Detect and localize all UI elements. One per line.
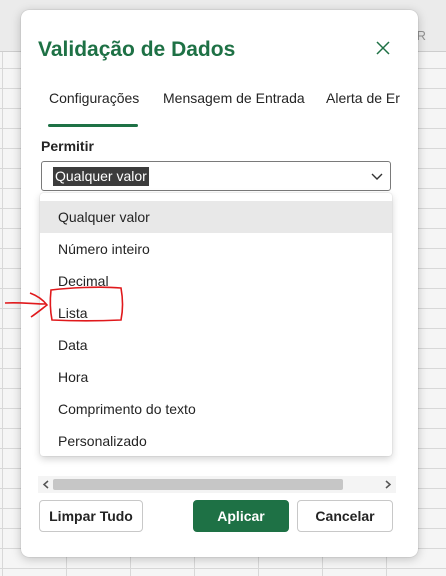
tab-mensagem-de-entrada[interactable]: Mensagem de Entrada — [163, 88, 305, 128]
scrollbar-thumb[interactable] — [53, 479, 343, 490]
chevron-down-icon — [371, 173, 383, 180]
tab-configuracoes[interactable]: Configurações — [49, 88, 139, 128]
option-decimal[interactable]: Decimal — [40, 265, 392, 297]
cancel-button[interactable]: Cancelar — [297, 500, 393, 532]
clear-all-button[interactable]: Limpar Tudo — [39, 500, 143, 532]
option-numero-inteiro[interactable]: Número inteiro — [40, 233, 392, 265]
option-lista[interactable]: Lista — [40, 297, 392, 329]
option-hora[interactable]: Hora — [40, 361, 392, 393]
dialog-title: Validação de Dados — [38, 38, 236, 61]
permit-dropdown-list: Qualquer valor Número inteiro Decimal Li… — [40, 193, 392, 456]
close-icon — [376, 41, 390, 55]
option-comprimento-do-texto[interactable]: Comprimento do texto — [40, 393, 392, 425]
data-validation-dialog: Validação de Dados Configurações Mensage… — [21, 10, 418, 557]
tab-bar: Configurações Mensagem de Entrada Alerta… — [38, 88, 418, 128]
apply-button[interactable]: Aplicar — [193, 500, 289, 532]
scroll-left-icon[interactable] — [41, 479, 52, 490]
option-personalizado[interactable]: Personalizado — [40, 425, 392, 456]
horizontal-scrollbar[interactable] — [38, 476, 396, 493]
permit-label: Permitir — [41, 138, 94, 154]
scroll-right-icon[interactable] — [382, 479, 393, 490]
option-qualquer-valor[interactable]: Qualquer valor — [40, 201, 392, 233]
option-data[interactable]: Data — [40, 329, 392, 361]
active-tab-indicator — [48, 124, 138, 127]
permit-select-value: Qualquer valor — [53, 167, 149, 186]
permit-select[interactable]: Qualquer valor — [41, 161, 391, 191]
close-button[interactable] — [370, 35, 396, 61]
tab-alerta-de-erro[interactable]: Alerta de Er — [326, 88, 400, 128]
